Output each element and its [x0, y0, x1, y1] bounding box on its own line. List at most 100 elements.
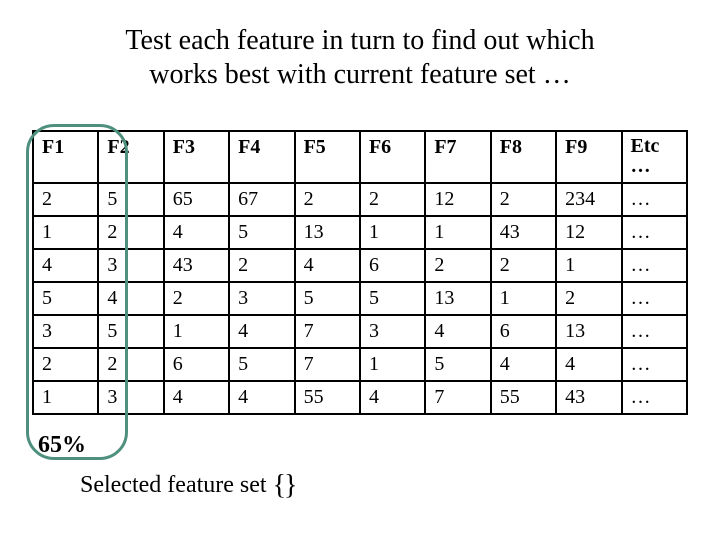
cell: … [622, 315, 687, 348]
feature-table: F1 F2 F3 F4 F5 F6 F7 F8 F9 Etc … [32, 130, 688, 415]
cell: 43 [164, 249, 229, 282]
cell: 5 [229, 216, 294, 249]
cell: 1 [33, 381, 98, 414]
cell: 13 [556, 315, 621, 348]
cell: 2 [33, 183, 98, 216]
col-header-etc: Etc … [622, 131, 687, 183]
cell: 2 [98, 216, 163, 249]
col-header: F7 [425, 131, 490, 183]
cell: 6 [164, 348, 229, 381]
cell: 5 [229, 348, 294, 381]
table-row: 4 3 43 2 4 6 2 2 1 … [33, 249, 687, 282]
cell: 4 [229, 315, 294, 348]
col-header: F6 [360, 131, 425, 183]
cell: 55 [491, 381, 556, 414]
cell: 234 [556, 183, 621, 216]
cell: 2 [295, 183, 360, 216]
table-row: 5 4 2 3 5 5 13 1 2 … [33, 282, 687, 315]
cell: 2 [491, 249, 556, 282]
selected-set-caption: Selected feature set {} [80, 470, 295, 502]
empty-set-braces: {} [273, 470, 296, 501]
cell: 7 [295, 348, 360, 381]
etc-label: Etc [631, 135, 660, 157]
cell: 1 [556, 249, 621, 282]
cell: 5 [360, 282, 425, 315]
cell: 1 [33, 216, 98, 249]
cell: 1 [164, 315, 229, 348]
cell: 2 [491, 183, 556, 216]
title-line-2: works best with current feature set … [149, 59, 570, 90]
cell: 4 [360, 381, 425, 414]
col-header: F4 [229, 131, 294, 183]
cell: 12 [556, 216, 621, 249]
col-header: F2 [98, 131, 163, 183]
col-header: F1 [33, 131, 98, 183]
cell: 6 [360, 249, 425, 282]
cell: 2 [98, 348, 163, 381]
table-row: 3 5 1 4 7 3 4 6 13 … [33, 315, 687, 348]
cell: 5 [98, 315, 163, 348]
cell: 43 [491, 216, 556, 249]
col-header: F8 [491, 131, 556, 183]
cell: 2 [164, 282, 229, 315]
caption-prefix: Selected feature set [80, 472, 273, 498]
cell: 1 [491, 282, 556, 315]
cell: 4 [164, 216, 229, 249]
cell: 5 [425, 348, 490, 381]
cell: 4 [295, 249, 360, 282]
feature-table-wrap: F1 F2 F3 F4 F5 F6 F7 F8 F9 Etc … [32, 130, 688, 415]
table-body: 2 5 65 67 2 2 12 2 234 … 1 2 4 5 13 [33, 183, 687, 414]
cell: 4 [164, 381, 229, 414]
table-row: 2 5 65 67 2 2 12 2 234 … [33, 183, 687, 216]
cell: 2 [33, 348, 98, 381]
cell: 6 [491, 315, 556, 348]
cell: 67 [229, 183, 294, 216]
cell: 3 [360, 315, 425, 348]
cell: 1 [425, 216, 490, 249]
cell: 43 [556, 381, 621, 414]
cell: 3 [229, 282, 294, 315]
cell: 3 [33, 315, 98, 348]
cell: 2 [229, 249, 294, 282]
cell: 1 [360, 216, 425, 249]
title-line-1: Test each feature in turn to find out wh… [125, 25, 594, 56]
cell: 12 [425, 183, 490, 216]
etc-ellipsis: … [631, 156, 678, 176]
cell: 5 [33, 282, 98, 315]
cell: 13 [295, 216, 360, 249]
cell: 4 [491, 348, 556, 381]
cell: 4 [33, 249, 98, 282]
cell: 3 [98, 249, 163, 282]
slide-title: Test each feature in turn to find out wh… [60, 24, 660, 91]
table-row: 1 3 4 4 55 4 7 55 43 … [33, 381, 687, 414]
cell: … [622, 249, 687, 282]
table-row: 1 2 4 5 13 1 1 43 12 … [33, 216, 687, 249]
cell: 4 [556, 348, 621, 381]
cell: 2 [425, 249, 490, 282]
cell: 7 [425, 381, 490, 414]
cell: 65 [164, 183, 229, 216]
cell: 2 [360, 183, 425, 216]
cell: … [622, 381, 687, 414]
cell: 2 [556, 282, 621, 315]
cell: 3 [98, 381, 163, 414]
cell: … [622, 183, 687, 216]
cell: 4 [425, 315, 490, 348]
col-header: F3 [164, 131, 229, 183]
cell: 1 [360, 348, 425, 381]
cell: … [622, 216, 687, 249]
col-header: F9 [556, 131, 621, 183]
cell: … [622, 348, 687, 381]
table-header-row: F1 F2 F3 F4 F5 F6 F7 F8 F9 Etc … [33, 131, 687, 183]
cell: 4 [98, 282, 163, 315]
col-header: F5 [295, 131, 360, 183]
cell: 5 [295, 282, 360, 315]
cell: 5 [98, 183, 163, 216]
cell: … [622, 282, 687, 315]
cell: 4 [229, 381, 294, 414]
cell: 13 [425, 282, 490, 315]
table-row: 2 2 6 5 7 1 5 4 4 … [33, 348, 687, 381]
cell: 7 [295, 315, 360, 348]
cell: 55 [295, 381, 360, 414]
accuracy-percent: 65% [38, 432, 86, 459]
